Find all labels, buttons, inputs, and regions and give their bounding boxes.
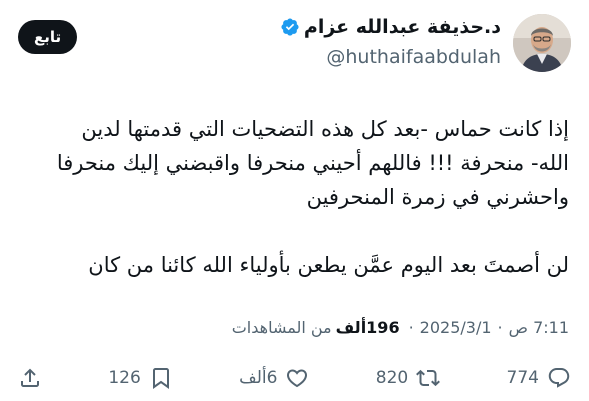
retweet-button[interactable]: 820 bbox=[375, 366, 441, 390]
retweet-count: 820 bbox=[375, 368, 409, 388]
tweet-line: لن أصمتَ بعد اليوم عمَّن يطعن بأولياء ال… bbox=[88, 253, 569, 277]
tweet-line: واحشرني في زمرة المنحرفين bbox=[306, 185, 569, 209]
like-count: 6ألف bbox=[239, 368, 278, 388]
views-label: من المشاهدات bbox=[231, 318, 332, 337]
tweet-line: الله- منحرفة !!! فاللهم أحيني منحرفا واق… bbox=[56, 151, 569, 175]
author-info: د.حذيفة عبدالله عزام @huthaifaabdulah bbox=[280, 16, 501, 68]
heart-icon bbox=[285, 366, 309, 390]
bookmark-icon bbox=[149, 366, 173, 390]
tweet-header: د.حذيفة عبدالله عزام @huthaifaabdulah تا… bbox=[18, 12, 571, 82]
tweet-time[interactable]: 7:11 ص bbox=[509, 318, 569, 337]
reply-icon bbox=[547, 366, 571, 390]
display-name[interactable]: د.حذيفة عبدالله عزام bbox=[304, 16, 501, 38]
name-row: د.حذيفة عبدالله عزام bbox=[280, 16, 501, 38]
author-handle[interactable]: @huthaifaabdulah bbox=[280, 46, 501, 68]
tweet-card: د.حذيفة عبدالله عزام @huthaifaabdulah تا… bbox=[0, 0, 589, 401]
verified-badge-icon bbox=[280, 17, 300, 37]
share-button[interactable] bbox=[18, 366, 42, 390]
share-icon bbox=[18, 366, 42, 390]
avatar[interactable] bbox=[513, 14, 571, 72]
action-bar: 774 820 6ألف 126 bbox=[18, 362, 571, 394]
tweet-date[interactable]: 2025/3/1 bbox=[420, 318, 492, 337]
meta-separator: · bbox=[497, 318, 503, 337]
retweet-icon bbox=[416, 366, 441, 390]
meta-separator: · bbox=[408, 318, 414, 337]
reply-count: 774 bbox=[506, 368, 539, 388]
views-count[interactable]: 196ألف bbox=[336, 318, 400, 337]
bookmark-button[interactable]: 126 bbox=[108, 366, 172, 390]
tweet-line: إذا كانت حماس -بعد كل هذه التضحيات التي … bbox=[81, 117, 569, 141]
tweet-meta: 7:11 ص · 2025/3/1 · 196ألف من المشاهدات bbox=[16, 318, 569, 337]
follow-button[interactable]: تابع bbox=[18, 20, 78, 54]
tweet-text: إذا كانت حماس -بعد كل هذه التضحيات التي … bbox=[16, 112, 569, 282]
avatar-image bbox=[513, 14, 571, 72]
reply-button[interactable]: 774 bbox=[507, 366, 571, 390]
like-button[interactable]: 6ألف bbox=[239, 366, 309, 390]
bookmark-count: 126 bbox=[108, 368, 141, 388]
